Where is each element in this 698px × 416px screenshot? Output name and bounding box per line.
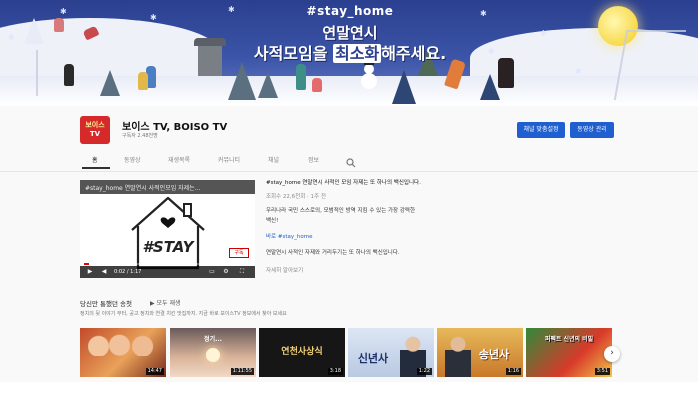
channel-tabs: 홈 동영상 재생목록 커뮤니티 채널 정보 bbox=[80, 150, 620, 170]
banner-headline-2: 사적모임을 최소화 해주세요. bbox=[240, 40, 460, 64]
banner-hashtag: #stay_home bbox=[306, 4, 394, 18]
banner-headline-2-pre: 사적모임을 bbox=[253, 44, 334, 63]
active-tab-indicator bbox=[82, 167, 110, 169]
tree-illustration bbox=[258, 72, 278, 98]
customize-channel-button[interactable]: 채널 맞춤설정 bbox=[517, 122, 565, 138]
tree-illustration bbox=[392, 70, 416, 104]
fullscreen-icon[interactable]: ⛶ bbox=[238, 268, 246, 276]
thumbnail-people-graphic bbox=[88, 332, 158, 356]
bare-tree-illustration bbox=[613, 30, 687, 100]
thumbnail-text: 송년사 bbox=[478, 348, 510, 361]
shelf-next-button[interactable]: › bbox=[604, 346, 620, 362]
play-all-button[interactable]: ▶ 모두 재생 bbox=[150, 298, 181, 307]
video-thumbnail[interactable]: 퍼펙트 신년의 비밀 3:51 bbox=[526, 328, 612, 377]
svg-text:#STAY: #STAY bbox=[142, 238, 195, 256]
description-line: 연말연시 사적인 자제와 거리두기는 또 하나의 백신입니다. bbox=[266, 250, 400, 256]
video-duration: 3:51 bbox=[594, 368, 610, 375]
manage-videos-button[interactable]: 동영상 관리 bbox=[570, 122, 614, 138]
subscribe-watermark[interactable]: 구독 bbox=[229, 248, 249, 258]
description-line: 백신! bbox=[266, 218, 279, 224]
settings-gear-icon[interactable]: ⚙ bbox=[222, 268, 230, 276]
snowflake-icon: ✱ bbox=[540, 29, 547, 38]
channel-name: 보이스 TV, BOISO TV bbox=[122, 122, 228, 133]
monument-illustration bbox=[198, 44, 222, 76]
thumbnail-text: 퍼펙트 신년의 비밀 bbox=[544, 336, 594, 343]
read-more-link[interactable]: 자세히 알아보기 bbox=[266, 266, 621, 274]
chevron-right-icon: › bbox=[610, 348, 614, 358]
channel-banner: ✱ ✱ ✱ ✱ ✱ ✱ ✱ ✱ #stay_home 연말연시 사적모임을 최소… bbox=[0, 0, 698, 106]
video-thumbnail[interactable]: 연천사상식 3:18 bbox=[259, 328, 345, 377]
video-duration: 14:47 bbox=[145, 368, 164, 375]
page-footer-space bbox=[0, 382, 698, 416]
snowflake-icon: ✱ bbox=[575, 67, 582, 76]
video-duration: 3:18 bbox=[327, 368, 343, 375]
shelf-title[interactable]: 당신만 통했던 송첫 bbox=[80, 298, 132, 308]
snowflake-icon: ✱ bbox=[8, 33, 15, 42]
tab-home[interactable]: 홈 bbox=[92, 155, 98, 164]
snowflake-icon: ✱ bbox=[488, 47, 495, 56]
tab-about[interactable]: 정보 bbox=[308, 155, 319, 164]
hashtag-link[interactable]: 바로 #stay_home bbox=[266, 232, 621, 240]
person-illustration bbox=[498, 58, 514, 88]
player-progress-bar[interactable] bbox=[84, 263, 251, 265]
description-title[interactable]: #stay_home 연말연시 사적인 모임 자제는 또 하나의 백신입니다. bbox=[266, 178, 621, 186]
video-thumbnail[interactable]: 정기... 1:11:55 bbox=[170, 328, 256, 377]
play-icon[interactable]: ▶ bbox=[86, 268, 94, 276]
thumbnail-text: 정기... bbox=[204, 336, 222, 343]
search-icon[interactable] bbox=[346, 153, 356, 168]
channel-avatar[interactable]: 보이스 TV bbox=[80, 116, 110, 144]
bare-tree-illustration bbox=[8, 50, 38, 96]
player-progress-fill bbox=[84, 263, 89, 265]
snowflake-icon: ✱ bbox=[60, 7, 67, 16]
avatar-text-top: 보이스 bbox=[85, 121, 105, 129]
avatar-text-bottom: TV bbox=[89, 130, 101, 138]
shelf-subtitle: 정치의 뒷 이야기 부터, 공고 정치와 연결 치킨 맛집까지. 지금 바로 보… bbox=[80, 311, 287, 317]
person-illustration bbox=[296, 64, 306, 90]
tab-channels[interactable]: 채널 bbox=[268, 155, 279, 164]
video-thumbnail[interactable]: 14:47 bbox=[80, 328, 166, 377]
subscriber-count: 구독자 2.48천명 bbox=[122, 133, 158, 139]
player-time: 0:02 / 1:17 bbox=[114, 269, 142, 275]
thumbnail-text: 신년사 bbox=[357, 352, 389, 365]
tab-playlists[interactable]: 재생목록 bbox=[168, 155, 190, 164]
snowflake-icon: ✱ bbox=[480, 9, 487, 18]
snowflake-icon: ✱ bbox=[150, 13, 157, 22]
tree-illustration bbox=[228, 62, 256, 100]
volume-icon[interactable]: ◀ bbox=[100, 268, 108, 276]
snowman-illustration bbox=[360, 60, 378, 94]
youtube-channel-page: ✱ ✱ ✱ ✱ ✱ ✱ ✱ ✱ #stay_home 연말연시 사적모임을 최소… bbox=[0, 0, 698, 416]
child-illustration bbox=[312, 78, 322, 92]
tabs-divider bbox=[0, 171, 698, 172]
video-duration: 1:11:55 bbox=[230, 368, 254, 375]
person-illustration bbox=[138, 72, 148, 90]
person-illustration bbox=[64, 64, 74, 86]
thumbnail-text: 연천사상식 bbox=[281, 347, 323, 357]
video-duration: 1:22 bbox=[416, 368, 432, 375]
tree-illustration bbox=[480, 74, 500, 100]
snowflake-icon: ✱ bbox=[228, 5, 235, 14]
thumbnail-sun-graphic bbox=[206, 348, 220, 362]
description-line: 우리나라 국민 스스로의, 모범적인 방역 지킴 수 있는 가장 강력한 bbox=[266, 208, 416, 214]
featured-video-title[interactable]: #stay_home 연말연시 사적인모임 자제는… bbox=[85, 183, 250, 192]
video-thumbnail[interactable]: 송년사 1:16 bbox=[437, 328, 523, 377]
monument-roof-illustration bbox=[194, 38, 226, 46]
tree-illustration bbox=[24, 18, 44, 44]
video-duration: 1:16 bbox=[505, 368, 521, 375]
tab-community[interactable]: 커뮤니티 bbox=[218, 155, 240, 164]
skier-illustration bbox=[54, 18, 64, 32]
video-views-age: 조회수 22,6천회 · 1주 전 bbox=[266, 194, 326, 200]
video-thumbnail[interactable]: 신년사 1:22 bbox=[348, 328, 434, 377]
subtitles-icon[interactable]: ▭ bbox=[208, 268, 216, 276]
banner-headline-highlight: 최소화 bbox=[333, 44, 382, 63]
banner-headline-2-post: 해주세요. bbox=[381, 44, 447, 63]
tree-illustration bbox=[100, 70, 120, 96]
tab-videos[interactable]: 동영상 bbox=[124, 155, 141, 164]
featured-video-player[interactable]: #STAY #stay_home 연말연시 사적인모임 자제는… 구독 ▶ ◀ … bbox=[80, 180, 255, 278]
